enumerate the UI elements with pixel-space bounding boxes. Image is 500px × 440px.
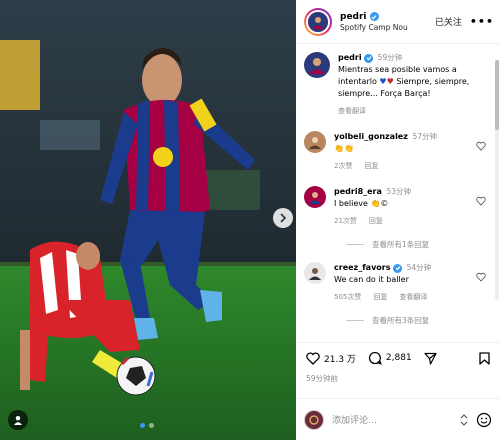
- profile-picture-icon: [309, 268, 321, 280]
- like-heart-icon[interactable]: [476, 196, 486, 206]
- like-heart-icon[interactable]: [476, 272, 486, 282]
- comment-time: 57分钟: [412, 132, 437, 141]
- reply-button[interactable]: 回复: [369, 215, 383, 227]
- comment: creez_favors 54分钟 We can do it baller 50…: [304, 262, 490, 303]
- caption: pedri 59分钟 Mientras sea posible vamos a …: [304, 52, 490, 117]
- translate-link[interactable]: 查看翻译: [338, 105, 366, 117]
- profile-picture-icon: [309, 192, 321, 204]
- comment-time: 53分钟: [386, 187, 411, 196]
- comments-list[interactable]: pedri 59分钟 Mientras sea posible vamos a …: [296, 46, 500, 342]
- add-comment-bar: 添加评论…: [296, 398, 500, 440]
- share-icon[interactable]: [424, 352, 437, 365]
- like-count[interactable]: 21.3 万: [324, 352, 356, 365]
- tagged-users-button[interactable]: [8, 410, 28, 430]
- avatar[interactable]: [304, 52, 330, 78]
- post-username[interactable]: pedri: [340, 12, 367, 22]
- post-location[interactable]: Spotify Camp Nou: [340, 23, 435, 32]
- post-actions: 21.3 万 2,881 59分钟前: [296, 342, 500, 398]
- post-photo[interactable]: [0, 0, 296, 440]
- post-time[interactable]: 59分钟前: [306, 373, 490, 384]
- reply-button[interactable]: 回复: [364, 160, 378, 172]
- person-icon: [14, 416, 22, 425]
- verified-badge-icon: [393, 263, 403, 273]
- avatar[interactable]: [304, 131, 326, 153]
- following-button[interactable]: 已关注: [435, 15, 462, 28]
- profile-picture-icon: [309, 58, 325, 74]
- comment-likes[interactable]: 505次赞: [334, 291, 361, 303]
- expand-icon[interactable]: [460, 413, 468, 426]
- profile-picture-icon: [309, 137, 321, 149]
- reply-button[interactable]: 回复: [373, 291, 387, 303]
- post-side-panel: pedri Spotify Camp Nou 已关注 ••• pedri 59分…: [296, 0, 500, 440]
- comment-likes[interactable]: 2次赞: [334, 160, 352, 172]
- like-heart-icon[interactable]: [306, 351, 320, 365]
- comment-username[interactable]: creez_favors: [334, 263, 391, 272]
- blue-heart-icon: ♥: [379, 77, 387, 86]
- avatar: [308, 11, 328, 32]
- profile-picture-icon: [312, 16, 324, 29]
- more-options-icon[interactable]: •••: [470, 15, 494, 28]
- avatar[interactable]: [304, 186, 326, 208]
- view-replies-label: 查看所有1条回复: [372, 240, 430, 249]
- chevron-right-icon: [280, 213, 287, 223]
- comment-text: 👏👏: [334, 144, 354, 153]
- comment-username[interactable]: yolbeli_gonzalez: [334, 132, 408, 141]
- like-heart-icon[interactable]: [476, 141, 486, 151]
- caption-username[interactable]: pedri: [338, 53, 362, 62]
- comment-icon[interactable]: [368, 351, 382, 365]
- comment-input[interactable]: 添加评论…: [332, 413, 452, 426]
- comment: yolbeli_gonzalez 57分钟 👏👏 2次赞 回复: [304, 131, 490, 172]
- football-photo: [0, 0, 296, 440]
- translate-link[interactable]: 查看翻译: [399, 291, 427, 303]
- view-replies-button[interactable]: 查看所有3条回复: [346, 315, 490, 326]
- comment-username[interactable]: pedri8_era: [334, 187, 382, 196]
- view-replies-button[interactable]: 查看所有1条回复: [346, 239, 490, 250]
- comment-likes[interactable]: 21次赞: [334, 215, 357, 227]
- carousel-dot: [149, 423, 154, 428]
- comments-scrollbar[interactable]: [495, 60, 499, 300]
- verified-badge-icon: [369, 12, 379, 21]
- avatar-story-ring[interactable]: [304, 7, 332, 36]
- carousel-indicator: [140, 423, 154, 428]
- current-user-avatar: [304, 409, 324, 430]
- profile-picture-icon: [309, 414, 319, 425]
- carousel-dot-active: [140, 423, 145, 428]
- carousel-next-button[interactable]: [273, 208, 293, 228]
- red-heart-icon: ♥: [386, 77, 394, 86]
- avatar[interactable]: [304, 262, 326, 284]
- post-header: pedri Spotify Camp Nou 已关注 •••: [296, 0, 500, 44]
- view-replies-label: 查看所有3条回复: [372, 316, 430, 325]
- comment: pedri8_era 53分钟 I believe 👏© 21次赞 回复: [304, 186, 490, 227]
- bookmark-icon[interactable]: [479, 351, 490, 365]
- comment-count[interactable]: 2,881: [386, 353, 412, 363]
- comment-time: 54分钟: [406, 263, 432, 272]
- caption-time: 59分钟: [377, 53, 403, 62]
- comment-text: I believe 👏©: [334, 199, 389, 208]
- comment-text: We can do it baller: [334, 275, 409, 284]
- verified-badge-icon: [364, 53, 374, 63]
- emoji-icon[interactable]: [476, 412, 492, 428]
